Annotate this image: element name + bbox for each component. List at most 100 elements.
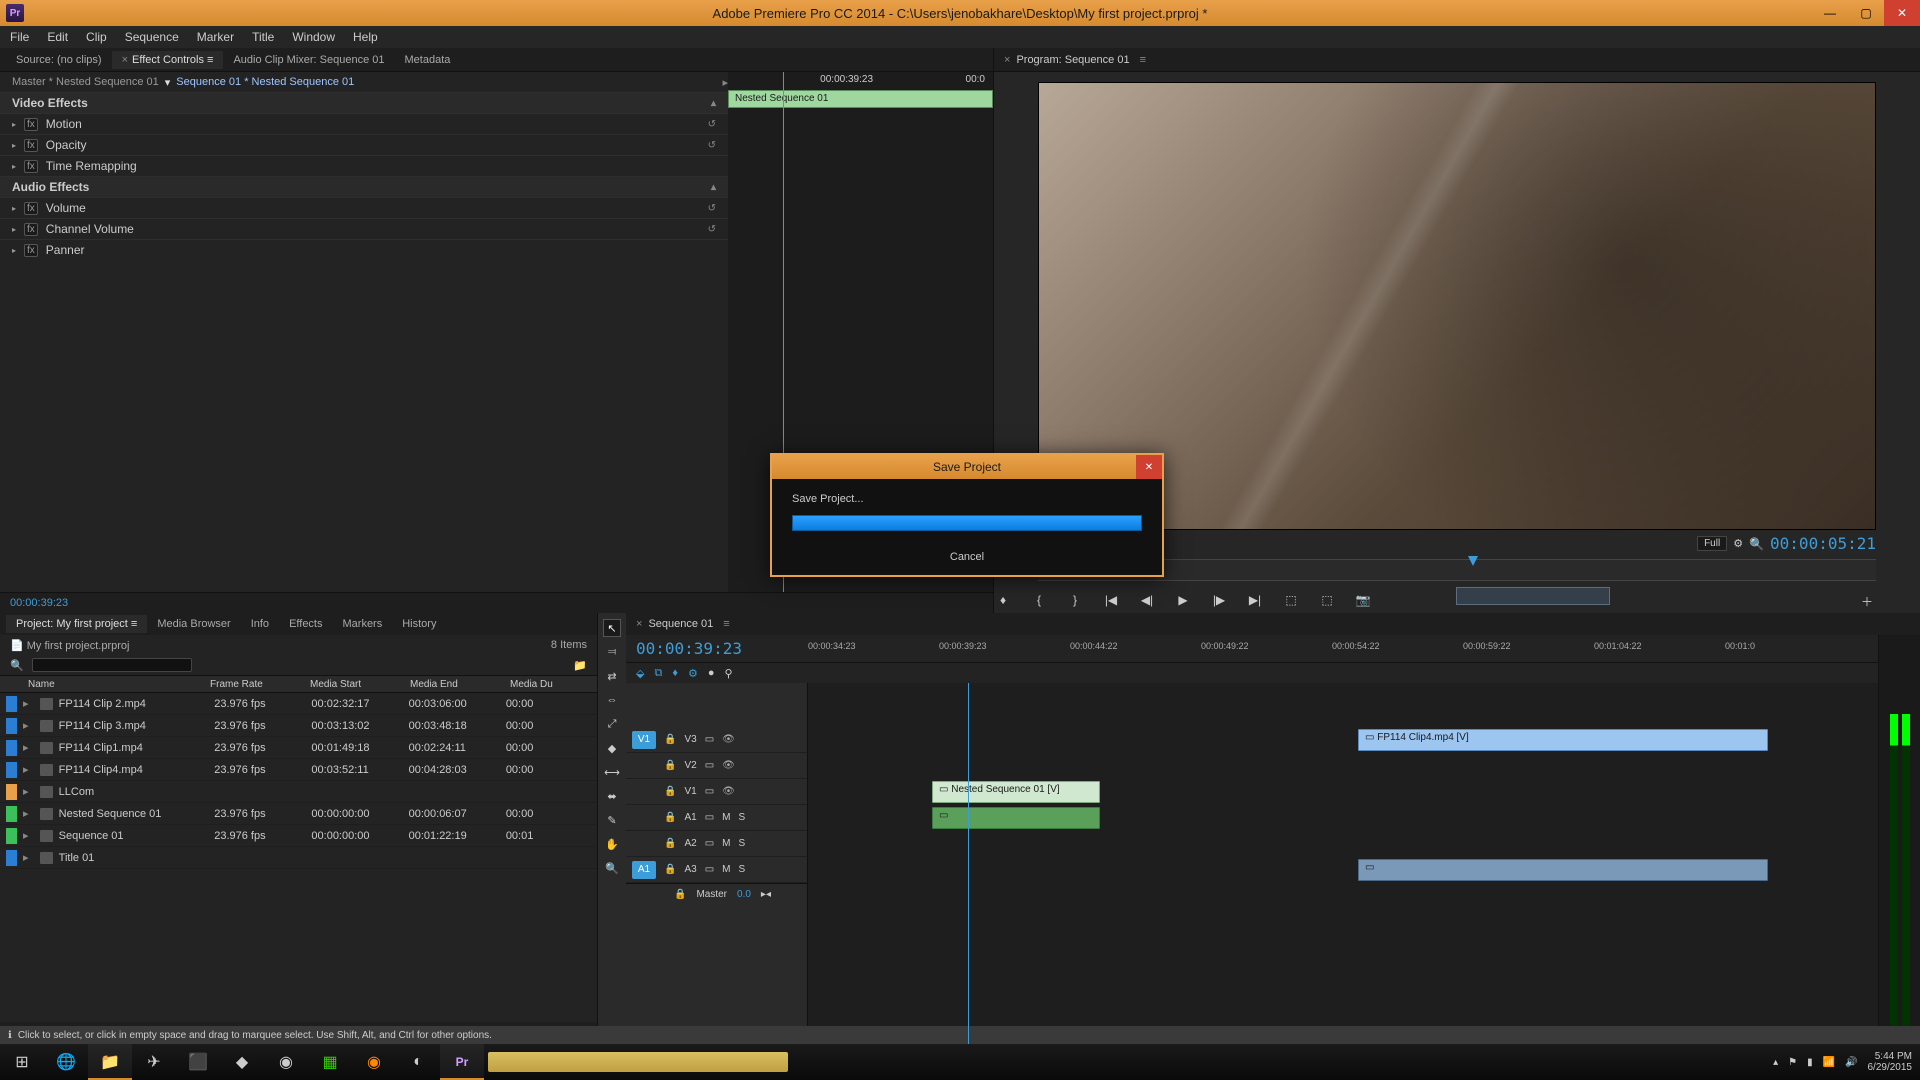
project-row[interactable]: ▸FP114 Clip1.mp423.976 fps00:01:49:1800:… xyxy=(0,737,597,759)
tray-action-center-icon[interactable]: ⚑ xyxy=(1788,1057,1797,1068)
project-row[interactable]: ▸FP114 Clip 3.mp423.976 fps00:03:13:0200… xyxy=(0,715,597,737)
menu-window[interactable]: Window xyxy=(284,28,343,46)
project-column-headers[interactable]: Name Frame Rate Media Start Media End Me… xyxy=(0,675,597,693)
clip-fp114-clip4-a[interactable]: ▭ xyxy=(1358,859,1768,881)
tab-source[interactable]: Source: (no clips) xyxy=(6,51,112,69)
tab-audio-mixer[interactable]: Audio Clip Mixer: Sequence 01 xyxy=(223,51,394,69)
zoom-icon[interactable]: 🔍 xyxy=(1749,537,1764,551)
add-marker-icon[interactable]: ♦ xyxy=(994,593,1012,610)
project-item-list[interactable]: ▸FP114 Clip 2.mp423.976 fps00:02:32:1700… xyxy=(0,693,597,1022)
menu-title[interactable]: Title xyxy=(244,28,282,46)
tab-markers[interactable]: Markers xyxy=(333,615,393,633)
effect-channel-volume[interactable]: ▸fxChannel Volume↺ xyxy=(0,218,728,239)
track-a2[interactable]: 🔒A2▭MS xyxy=(626,831,807,857)
track-v1[interactable]: 🔒V1▭👁 xyxy=(626,779,807,805)
menu-marker[interactable]: Marker xyxy=(189,28,242,46)
go-to-out-icon[interactable]: ▶| xyxy=(1246,593,1264,610)
lift-icon[interactable]: ⬚ xyxy=(1282,593,1300,610)
taskbar-app2[interactable]: ⬛ xyxy=(176,1044,220,1080)
effect-clip-bar[interactable]: Nested Sequence 01 xyxy=(728,90,993,108)
hand-tool-icon[interactable]: ✋ xyxy=(603,835,621,853)
mark-out-icon[interactable]: } xyxy=(1066,593,1084,610)
project-row[interactable]: ▸FP114 Clip 2.mp423.976 fps00:02:32:1700… xyxy=(0,693,597,715)
col-media-duration[interactable]: Media Du xyxy=(510,679,597,690)
rolling-edit-tool-icon[interactable]: ⇔ xyxy=(603,691,621,709)
button-editor-icon[interactable]: ＋ xyxy=(1858,593,1876,610)
timeline-panel-menu-icon[interactable]: ≡ xyxy=(723,618,729,630)
menu-clip[interactable]: Clip xyxy=(78,28,115,46)
project-row[interactable]: ▸LLCom xyxy=(0,781,597,803)
dialog-cancel-button[interactable]: Cancel xyxy=(772,545,1162,575)
timeline-timecode[interactable]: 00:00:39:23 xyxy=(636,639,742,658)
tab-effect-controls[interactable]: ×Effect Controls ≡ xyxy=(112,51,224,69)
taskbar-premiere[interactable]: Pr xyxy=(440,1044,484,1080)
menu-help[interactable]: Help xyxy=(345,28,386,46)
tray-network-icon[interactable]: ▮ xyxy=(1807,1057,1813,1068)
program-panel-menu-icon[interactable]: ≡ xyxy=(1140,54,1146,66)
col-media-start[interactable]: Media Start xyxy=(310,679,410,690)
col-name[interactable]: Name xyxy=(28,679,210,690)
effect-panner[interactable]: ▸fxPanner xyxy=(0,239,728,260)
taskbar-explorer[interactable]: 📁 xyxy=(88,1044,132,1080)
audio-effects-header[interactable]: Audio Effects▴ xyxy=(0,176,728,197)
timeline-ruler[interactable]: 00:00:34:2300:00:39:2300:00:44:2200:00:4… xyxy=(808,635,1910,662)
tray-volume-icon[interactable]: 🔊 xyxy=(1845,1057,1857,1068)
effect-volume[interactable]: ▸fxVolume↺ xyxy=(0,197,728,218)
project-row[interactable]: ▸Sequence 0123.976 fps00:00:00:0000:01:2… xyxy=(0,825,597,847)
taskbar-app1[interactable]: ✈ xyxy=(132,1044,176,1080)
tray-up-icon[interactable]: ▴ xyxy=(1773,1057,1778,1068)
extract-icon[interactable]: ⬚ xyxy=(1318,593,1336,610)
zoom-tool-icon[interactable]: 🔍 xyxy=(603,859,621,877)
video-effects-header[interactable]: Video Effects▴ xyxy=(0,92,728,113)
timeline-tracks-area[interactable]: ▭ FP114 Clip4.mp4 [V] ▭ Nested Sequence … xyxy=(808,683,1920,1044)
step-forward-icon[interactable]: |▶ xyxy=(1210,593,1228,610)
ripple-edit-tool-icon[interactable]: ⇄ xyxy=(603,667,621,685)
menu-sequence[interactable]: Sequence xyxy=(117,28,187,46)
dialog-close-button[interactable]: ✕ xyxy=(1136,455,1162,479)
timeline-settings-icon[interactable]: ⚙ xyxy=(688,667,698,680)
track-select-tool-icon[interactable]: ⫤ xyxy=(603,643,621,661)
project-search-input[interactable] xyxy=(32,658,192,672)
effect-breadcrumb-active[interactable]: Sequence 01 * Nested Sequence 01 xyxy=(176,76,354,88)
export-frame-icon[interactable]: 📷 xyxy=(1354,593,1372,610)
track-a3[interactable]: A1🔒A3▭MS xyxy=(626,857,807,883)
slip-tool-icon[interactable]: ⟷ xyxy=(603,763,621,781)
timeline-tab[interactable]: Sequence 01 xyxy=(648,618,713,630)
taskbar-ie[interactable]: 🌐 xyxy=(44,1044,88,1080)
taskbar-obs[interactable]: ◐ xyxy=(396,1044,440,1080)
menu-file[interactable]: File xyxy=(2,28,37,46)
taskbar-firefox[interactable]: ◉ xyxy=(352,1044,396,1080)
tab-effects[interactable]: Effects xyxy=(279,615,332,633)
effect-opacity[interactable]: ▸fxOpacity↺ xyxy=(0,134,728,155)
linked-selection-icon[interactable]: ⧉ xyxy=(654,667,662,680)
clip-fp114-clip4-v[interactable]: ▭ FP114 Clip4.mp4 [V] xyxy=(1358,729,1768,751)
track-v3[interactable]: V1🔒V3▭👁 xyxy=(626,727,807,753)
work-area-bar[interactable] xyxy=(1456,587,1610,605)
search-icon[interactable]: 🔍 xyxy=(10,659,24,672)
tab-media-browser[interactable]: Media Browser xyxy=(147,615,240,633)
reset-icon[interactable]: ↺ xyxy=(708,203,716,214)
taskbar-app3[interactable]: ◆ xyxy=(220,1044,264,1080)
tray-wifi-icon[interactable]: 📶 xyxy=(1823,1057,1835,1068)
taskbar-app4[interactable]: ▦ xyxy=(308,1044,352,1080)
effect-time-remapping[interactable]: ▸fxTime Remapping xyxy=(0,155,728,176)
system-tray[interactable]: ▴ ⚑ ▮ 📶 🔊 5:44 PM 6/29/2015 xyxy=(1773,1051,1920,1073)
tab-metadata[interactable]: Metadata xyxy=(395,51,461,69)
settings-icon[interactable]: ⚙ xyxy=(1733,537,1743,550)
minimize-button[interactable]: — xyxy=(1812,0,1848,26)
play-icon[interactable]: ▶ xyxy=(1174,593,1192,610)
go-to-in-icon[interactable]: |◀ xyxy=(1102,593,1120,610)
track-v2[interactable]: 🔒V2▭👁 xyxy=(626,753,807,779)
program-timecode[interactable]: 00:00:05:21 xyxy=(1770,534,1876,553)
col-media-end[interactable]: Media End xyxy=(410,679,510,690)
tab-history[interactable]: History xyxy=(392,615,446,633)
new-bin-icon[interactable]: 📁 xyxy=(573,659,587,672)
start-button[interactable]: ⊞ xyxy=(0,1044,44,1080)
tab-info[interactable]: Info xyxy=(241,615,279,633)
taskbar-clock[interactable]: 5:44 PM 6/29/2015 xyxy=(1868,1051,1913,1073)
audio-meters[interactable]: SS xyxy=(1878,635,1920,1044)
effect-motion[interactable]: ▸fxMotion↺ xyxy=(0,113,728,134)
project-row[interactable]: ▸Nested Sequence 0123.976 fps00:00:00:00… xyxy=(0,803,597,825)
maximize-button[interactable]: ▢ xyxy=(1848,0,1884,26)
taskbar-chrome[interactable]: ◉ xyxy=(264,1044,308,1080)
